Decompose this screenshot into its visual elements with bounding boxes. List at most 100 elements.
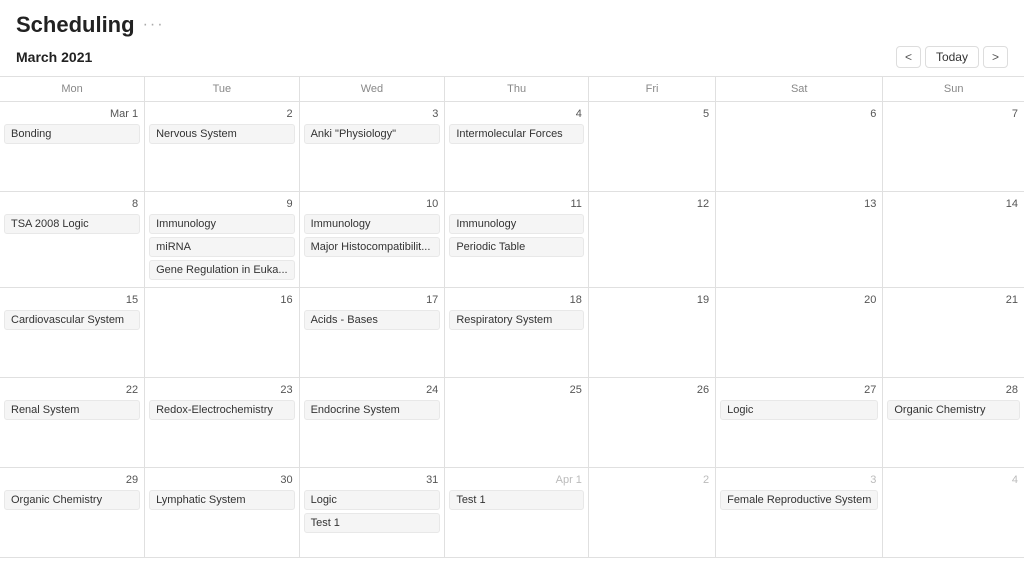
day-number: 31 — [304, 472, 441, 490]
calendar-event[interactable]: Test 1 — [304, 513, 441, 533]
day-header-mon: Mon — [0, 77, 145, 102]
day-number: Apr 1 — [449, 472, 584, 490]
day-number: 7 — [887, 106, 1020, 124]
cal-cell: 6 — [716, 102, 883, 192]
day-number: 20 — [720, 292, 878, 310]
cal-cell: 25 — [445, 378, 589, 468]
day-number: 19 — [593, 292, 711, 310]
calendar-event[interactable]: Lymphatic System — [149, 490, 294, 510]
month-year-label: March 2021 — [16, 49, 92, 65]
day-number: 27 — [720, 382, 878, 400]
calendar-event[interactable]: Periodic Table — [449, 237, 584, 257]
calendar-event[interactable]: Logic — [720, 400, 878, 420]
cal-cell: 13 — [716, 192, 883, 288]
calendar-event[interactable]: Respiratory System — [449, 310, 584, 330]
day-number: 22 — [4, 382, 140, 400]
next-button[interactable]: > — [983, 46, 1008, 68]
cal-cell: 21 — [883, 288, 1024, 378]
cal-cell: 4 — [883, 468, 1024, 558]
cal-cell: 24Endocrine System — [299, 378, 445, 468]
day-number: 12 — [593, 196, 711, 214]
calendar-event[interactable]: Acids - Bases — [304, 310, 441, 330]
cal-cell: 20 — [716, 288, 883, 378]
app-menu-icon[interactable]: ··· — [143, 16, 165, 34]
calendar-event[interactable]: Nervous System — [149, 124, 294, 144]
calendar-event[interactable]: Bonding — [4, 124, 140, 144]
cal-cell: 29Organic Chemistry — [0, 468, 145, 558]
day-number: 11 — [449, 196, 584, 214]
cal-cell: 27Logic — [716, 378, 883, 468]
cal-cell: 15Cardiovascular System — [0, 288, 145, 378]
calendar-table: MonTueWedThuFriSatSun Mar 1Bonding2Nervo… — [0, 76, 1024, 558]
day-number: 3 — [720, 472, 878, 490]
calendar-event[interactable]: miRNA — [149, 237, 294, 257]
cal-cell: 16 — [145, 288, 299, 378]
calendar-event[interactable]: Intermolecular Forces — [449, 124, 584, 144]
calendar-header: March 2021 < Today > — [0, 42, 1024, 76]
day-number: 9 — [149, 196, 294, 214]
cal-cell: 26 — [588, 378, 715, 468]
calendar-event[interactable]: Immunology — [149, 214, 294, 234]
day-number: 4 — [449, 106, 584, 124]
day-number: 13 — [720, 196, 878, 214]
calendar-event[interactable]: Organic Chemistry — [887, 400, 1020, 420]
cal-cell: 8TSA 2008 Logic — [0, 192, 145, 288]
cal-cell: Apr 1Test 1 — [445, 468, 589, 558]
week-row-3: 22Renal System23Redox-Electrochemistry24… — [0, 378, 1024, 468]
day-number: 3 — [304, 106, 441, 124]
cal-cell: 2Nervous System — [145, 102, 299, 192]
week-row-1: 8TSA 2008 Logic9ImmunologymiRNAGene Regu… — [0, 192, 1024, 288]
cal-cell: 18Respiratory System — [445, 288, 589, 378]
day-number: 2 — [149, 106, 294, 124]
day-number: 17 — [304, 292, 441, 310]
calendar-event[interactable]: Major Histocompatibilit... — [304, 237, 441, 257]
day-number: 4 — [887, 472, 1020, 490]
cal-cell: 3Female Reproductive System — [716, 468, 883, 558]
cal-cell: 30Lymphatic System — [145, 468, 299, 558]
app-title: Scheduling — [16, 12, 135, 38]
calendar-event[interactable]: Logic — [304, 490, 441, 510]
today-button[interactable]: Today — [925, 46, 979, 68]
day-number: Mar 1 — [4, 106, 140, 124]
calendar-event[interactable]: Female Reproductive System — [720, 490, 878, 510]
calendar-event[interactable]: Cardiovascular System — [4, 310, 140, 330]
day-number: 29 — [4, 472, 140, 490]
week-row-0: Mar 1Bonding2Nervous System3Anki "Physio… — [0, 102, 1024, 192]
day-header-thu: Thu — [445, 77, 589, 102]
day-number: 16 — [149, 292, 294, 310]
day-number: 14 — [887, 196, 1020, 214]
prev-button[interactable]: < — [896, 46, 921, 68]
calendar-event[interactable]: Gene Regulation in Euka... — [149, 260, 294, 280]
day-number: 25 — [449, 382, 584, 400]
day-header-tue: Tue — [145, 77, 299, 102]
cal-cell: Mar 1Bonding — [0, 102, 145, 192]
day-number: 8 — [4, 196, 140, 214]
cal-cell: 7 — [883, 102, 1024, 192]
day-number: 24 — [304, 382, 441, 400]
calendar-event[interactable]: Endocrine System — [304, 400, 441, 420]
cal-cell: 5 — [588, 102, 715, 192]
calendar-event[interactable]: Anki "Physiology" — [304, 124, 441, 144]
day-header-wed: Wed — [299, 77, 445, 102]
calendar-event[interactable]: Immunology — [304, 214, 441, 234]
cal-cell: 14 — [883, 192, 1024, 288]
cal-cell: 28Organic Chemistry — [883, 378, 1024, 468]
calendar-event[interactable]: TSA 2008 Logic — [4, 214, 140, 234]
day-header-sun: Sun — [883, 77, 1024, 102]
calendar-event[interactable]: Immunology — [449, 214, 584, 234]
day-number: 26 — [593, 382, 711, 400]
cal-cell: 9Immunology miRNA Gene Regulation in Euka.… — [145, 192, 299, 288]
calendar-event[interactable]: Organic Chemistry — [4, 490, 140, 510]
calendar-event[interactable]: Redox-Electrochemistry — [149, 400, 294, 420]
cal-cell: 22Renal System — [0, 378, 145, 468]
cal-cell: 19 — [588, 288, 715, 378]
cal-cell: 31Logic Test 1 — [299, 468, 445, 558]
calendar-event[interactable]: Renal System — [4, 400, 140, 420]
cal-cell: 2 — [588, 468, 715, 558]
cal-cell: 3Anki "Physiology" — [299, 102, 445, 192]
cal-cell: 11Immunology Periodic Table — [445, 192, 589, 288]
day-number: 2 — [593, 472, 711, 490]
cal-cell: 4Intermolecular Forces — [445, 102, 589, 192]
day-number: 5 — [593, 106, 711, 124]
calendar-event[interactable]: Test 1 — [449, 490, 584, 510]
